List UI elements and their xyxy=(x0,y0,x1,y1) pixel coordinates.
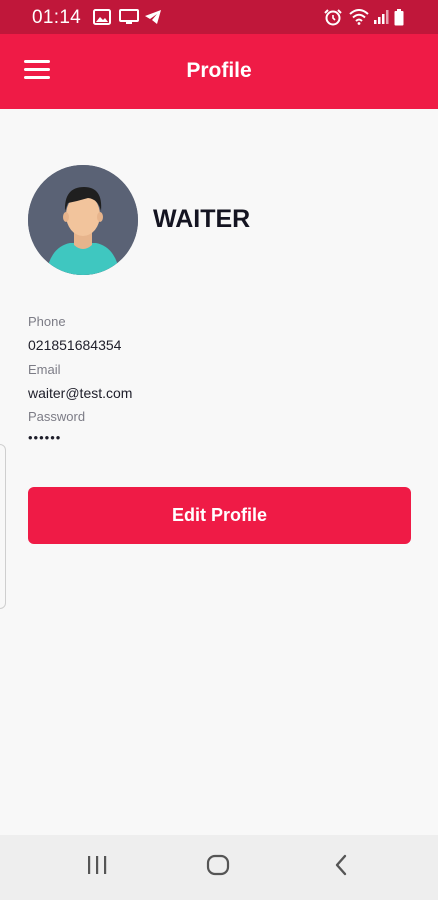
email-value: waiter@test.com xyxy=(28,385,133,401)
edit-profile-button[interactable]: Edit Profile xyxy=(28,487,411,544)
edge-panel-handle[interactable] xyxy=(0,444,6,609)
screen-icon xyxy=(119,9,139,24)
password-label: Password xyxy=(28,409,86,424)
phone-label: Phone xyxy=(28,314,66,329)
status-bar: 01:14 xyxy=(0,0,438,34)
telegram-icon xyxy=(145,10,161,24)
alarm-icon xyxy=(324,9,342,26)
wifi-icon xyxy=(349,9,369,25)
page-title: Profile xyxy=(186,59,252,82)
signal-icon xyxy=(374,10,389,24)
avatar xyxy=(28,165,138,275)
app-bar: Profile xyxy=(0,34,438,109)
user-avatar-icon xyxy=(28,165,138,275)
email-label: Email xyxy=(28,362,61,377)
phone-value: 021851684354 xyxy=(28,337,122,353)
profile-name: WAITER xyxy=(153,205,251,233)
back-icon[interactable] xyxy=(332,853,350,877)
system-nav-bar xyxy=(0,835,438,900)
recents-icon[interactable] xyxy=(86,853,108,877)
home-icon[interactable] xyxy=(206,853,230,877)
password-value: •••••• xyxy=(28,430,62,445)
battery-icon xyxy=(394,9,404,26)
status-time: 01:14 xyxy=(32,7,82,28)
image-icon xyxy=(93,9,111,25)
